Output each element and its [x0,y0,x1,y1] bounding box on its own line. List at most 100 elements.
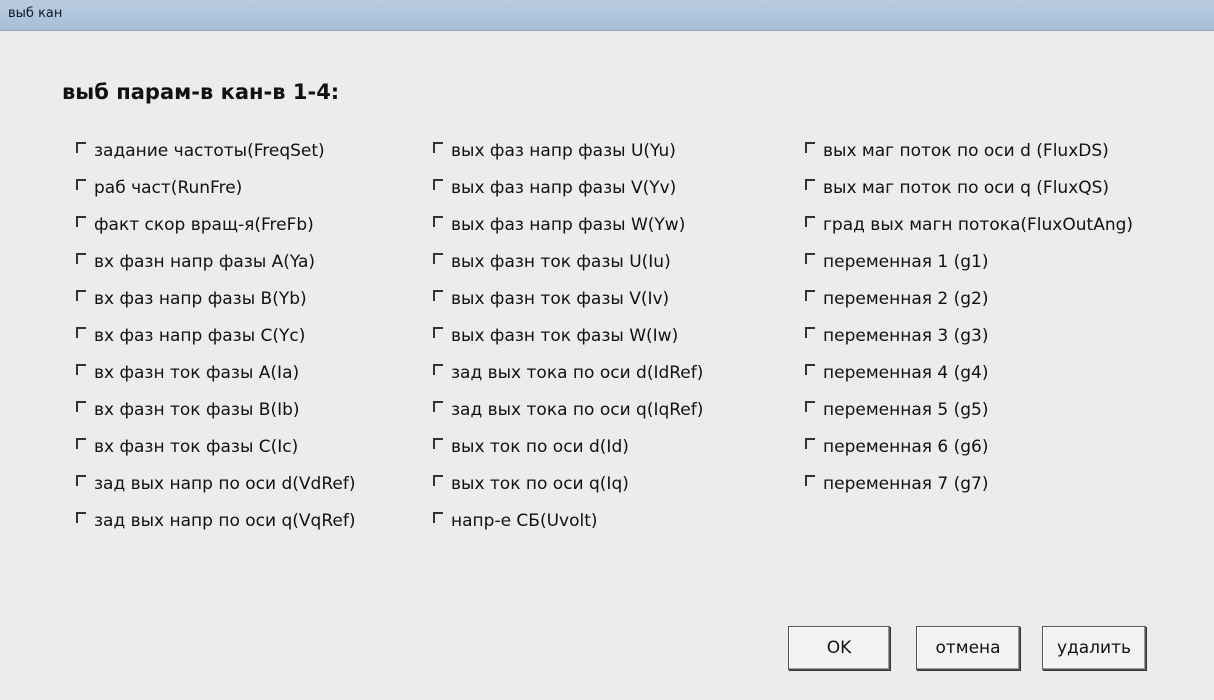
checkbox-label: зад вых тока по оси d(IdRef) [451,363,704,383]
checkbox-label: переменная 3 (g3) [823,326,989,346]
title-bar[interactable]: выб кан [0,0,1214,31]
checkbox-label: вых фазн ток фазы U(Iu) [451,252,671,272]
parameter-checkbox[interactable]: вых ток по оси d(Id) [431,435,703,472]
checkbox-icon[interactable] [803,361,817,381]
checkbox-icon[interactable] [74,435,88,455]
parameter-checkbox[interactable]: вых фаз напр фазы V(Yv) [431,176,703,213]
parameter-checkbox[interactable]: переменная 4 (g4) [803,361,1133,398]
parameter-column-3: вых маг поток по оси d (FluxDS) вых маг п… [803,139,1133,509]
checkbox-icon[interactable] [803,287,817,307]
checkbox-icon[interactable] [803,213,817,233]
checkbox-label: переменная 2 (g2) [823,289,989,309]
parameter-checkbox[interactable]: вх фазн ток фазы C(Ic) [74,435,355,472]
checkbox-icon[interactable] [431,287,445,307]
checkbox-label: переменная 6 (g6) [823,437,989,457]
checkbox-label: вых фаз напр фазы U(Yu) [451,141,676,161]
parameter-checkbox[interactable]: вых маг поток по оси q (FluxQS) [803,176,1133,213]
parameter-checkbox[interactable]: вх фаз напр фазы B(Yb) [74,287,355,324]
parameter-checkbox[interactable]: град вых магн потока(FluxOutAng) [803,213,1133,250]
checkbox-icon[interactable] [74,176,88,196]
parameter-column-2: вых фаз напр фазы U(Yu) вых фаз напр фазы… [431,139,703,546]
checkbox-label: зад вых напр по оси q(VqRef) [94,511,356,531]
checkbox-label: вых маг поток по оси q (FluxQS) [823,178,1110,198]
parameter-checkbox[interactable]: переменная 7 (g7) [803,472,1133,509]
checkbox-label: раб част(RunFre) [94,178,243,198]
checkbox-label: вх фаз напр фазы C(Yc) [94,326,306,346]
checkbox-icon[interactable] [74,213,88,233]
checkbox-icon[interactable] [431,398,445,418]
checkbox-label: напр-е СБ(Uvolt) [451,511,598,531]
parameter-checkbox[interactable]: факт скор вращ-я(FreFb) [74,213,355,250]
checkbox-label: переменная 5 (g5) [823,400,989,420]
checkbox-label: вых фаз напр фазы V(Yv) [451,178,677,198]
delete-button[interactable]: удалить [1042,626,1146,670]
parameter-checkbox[interactable]: зад вых тока по оси d(IdRef) [431,361,703,398]
checkbox-icon[interactable] [431,435,445,455]
checkbox-label: вх фазн ток фазы A(Ia) [94,363,300,383]
checkbox-icon[interactable] [803,324,817,344]
checkbox-icon[interactable] [803,472,817,492]
checkbox-icon[interactable] [431,361,445,381]
parameter-checkbox[interactable]: переменная 6 (g6) [803,435,1133,472]
checkbox-label: вх фазн ток фазы C(Ic) [94,437,299,457]
parameter-checkbox[interactable]: вых маг поток по оси d (FluxDS) [803,139,1133,176]
checkbox-label: вх фазн ток фазы B(Ib) [94,400,300,420]
parameter-column-1: задание частоты(FreqSet) раб част(RunFre)… [74,139,355,546]
checkbox-label: вых ток по оси q(Iq) [451,474,629,494]
checkbox-icon[interactable] [803,250,817,270]
parameter-checkbox[interactable]: вх фаз напр фазы C(Yc) [74,324,355,361]
checkbox-icon[interactable] [803,139,817,159]
checkbox-label: вых фаз напр фазы W(Yw) [451,215,686,235]
parameter-checkbox[interactable]: зад вых напр по оси d(VdRef) [74,472,355,509]
ok-button[interactable]: OK [788,626,890,670]
checkbox-icon[interactable] [431,472,445,492]
parameter-checkbox[interactable]: вых фазн ток фазы V(Iv) [431,287,703,324]
channel-select-dialog: выб кан выб парам-в кан-в 1-4: задание ч… [0,0,1214,700]
parameter-checkbox[interactable]: зад вых тока по оси q(IqRef) [431,398,703,435]
parameter-checkbox[interactable]: вых фазн ток фазы U(Iu) [431,250,703,287]
checkbox-label: вых маг поток по оси d (FluxDS) [823,141,1109,161]
checkbox-icon[interactable] [431,250,445,270]
parameter-checkbox[interactable]: вх фазн ток фазы A(Ia) [74,361,355,398]
checkbox-icon[interactable] [74,139,88,159]
checkbox-icon[interactable] [431,176,445,196]
checkbox-icon[interactable] [803,176,817,196]
parameter-checkbox[interactable]: раб част(RunFre) [74,176,355,213]
parameter-checkbox[interactable]: напр-е СБ(Uvolt) [431,509,703,546]
parameter-checkbox[interactable]: вых фаз напр фазы W(Yw) [431,213,703,250]
checkbox-label: вых фазн ток фазы V(Iv) [451,289,670,309]
checkbox-icon[interactable] [74,287,88,307]
checkbox-icon[interactable] [74,361,88,381]
checkbox-icon[interactable] [74,250,88,270]
checkbox-label: зад вых напр по оси d(VdRef) [94,474,356,494]
window-title: выб кан [8,6,63,21]
parameter-checkbox[interactable]: переменная 1 (g1) [803,250,1133,287]
parameter-checkbox[interactable]: переменная 2 (g2) [803,287,1133,324]
parameter-checkbox[interactable]: вх фазн напр фазы A(Ya) [74,250,355,287]
checkbox-icon[interactable] [431,509,445,529]
checkbox-label: вых ток по оси d(Id) [451,437,629,457]
checkbox-icon[interactable] [803,435,817,455]
checkbox-icon[interactable] [431,324,445,344]
checkbox-icon[interactable] [74,324,88,344]
checkbox-icon[interactable] [431,139,445,159]
parameter-checkbox[interactable]: вых фаз напр фазы U(Yu) [431,139,703,176]
parameter-checkbox[interactable]: задание частоты(FreqSet) [74,139,355,176]
checkbox-label: вх фаз напр фазы B(Yb) [94,289,307,309]
parameter-checkbox[interactable]: зад вых напр по оси q(VqRef) [74,509,355,546]
checkbox-icon[interactable] [74,398,88,418]
parameter-checkbox[interactable]: вых ток по оси q(Iq) [431,472,703,509]
checkbox-icon[interactable] [74,472,88,492]
checkbox-label: факт скор вращ-я(FreFb) [94,215,314,235]
parameter-checkbox[interactable]: вх фазн ток фазы B(Ib) [74,398,355,435]
parameter-checkbox[interactable]: переменная 5 (g5) [803,398,1133,435]
checkbox-label: задание частоты(FreqSet) [94,141,325,161]
checkbox-icon[interactable] [431,213,445,233]
parameter-checkbox[interactable]: вых фазн ток фазы W(Iw) [431,324,703,361]
checkbox-icon[interactable] [803,398,817,418]
parameter-checkbox[interactable]: переменная 3 (g3) [803,324,1133,361]
checkbox-label: переменная 1 (g1) [823,252,989,272]
cancel-button[interactable]: отмена [916,626,1020,670]
checkbox-icon[interactable] [74,509,88,529]
checkbox-label: вых фазн ток фазы W(Iw) [451,326,679,346]
